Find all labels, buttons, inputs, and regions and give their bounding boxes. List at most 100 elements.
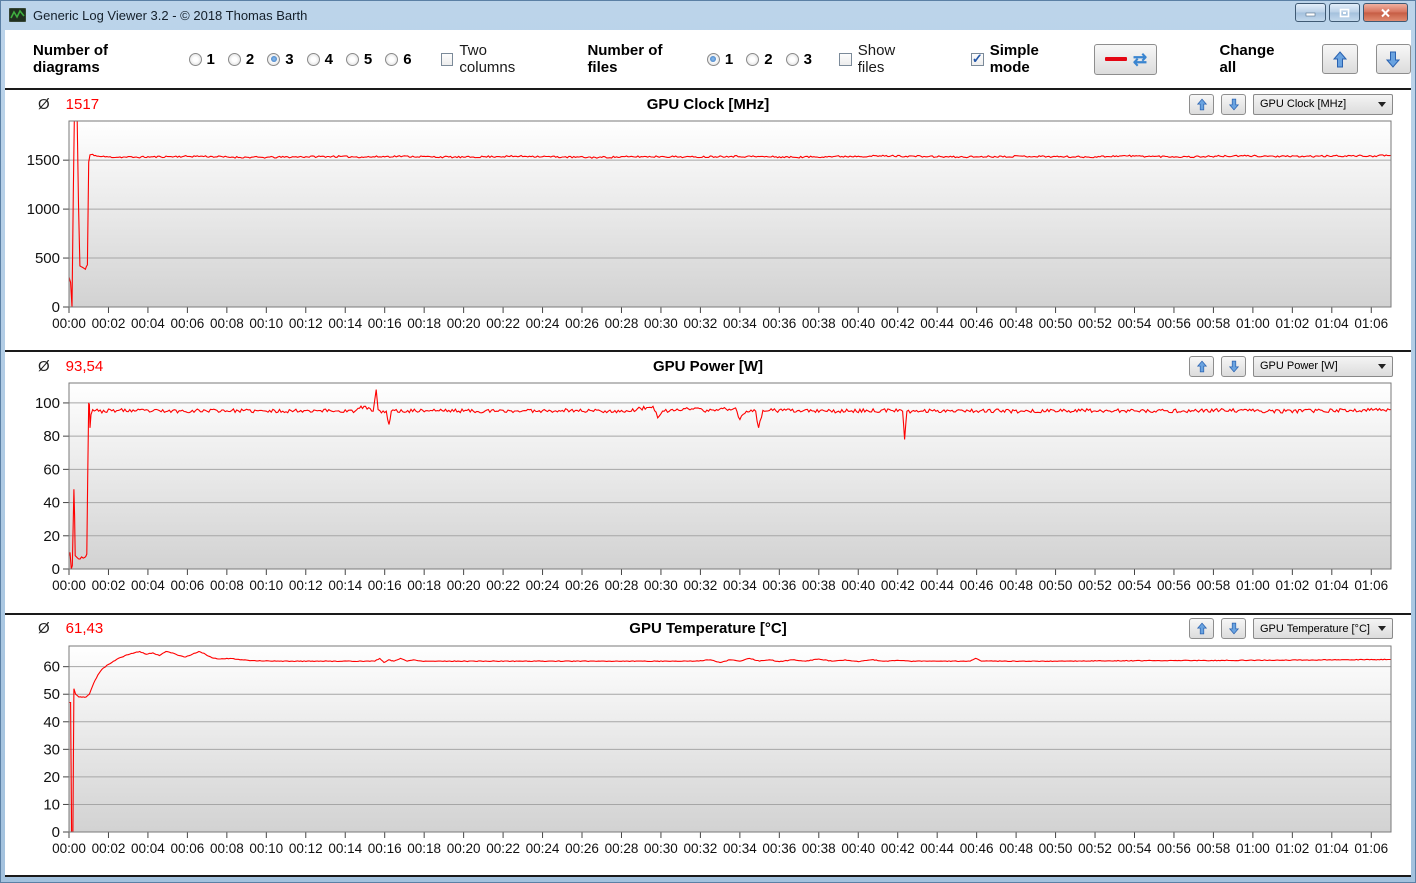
signal-selector-dropdown[interactable]: GPU Clock [MHz]: [1253, 93, 1393, 115]
file-count-option-1[interactable]: 1: [706, 51, 733, 68]
signal-selector-dropdown[interactable]: GPU Power [W]: [1253, 355, 1393, 377]
file-count-option-3[interactable]: 3: [785, 51, 812, 68]
chevron-down-icon: [1378, 101, 1386, 107]
show-files-checkbox[interactable]: Show files: [838, 42, 925, 76]
svg-text:00:12: 00:12: [289, 578, 323, 593]
close-button[interactable]: [1363, 3, 1408, 22]
svg-text:00:00: 00:00: [52, 578, 86, 593]
svg-text:00:40: 00:40: [841, 841, 875, 856]
svg-text:00:50: 00:50: [1039, 841, 1073, 856]
svg-text:00:04: 00:04: [131, 841, 165, 856]
svg-text:30: 30: [43, 741, 60, 758]
svg-text:00:10: 00:10: [249, 578, 283, 593]
svg-text:0: 0: [52, 299, 60, 316]
app-window: Generic Log Viewer 3.2 - © 2018 Thomas B…: [0, 0, 1416, 883]
svg-text:01:04: 01:04: [1315, 316, 1349, 331]
svg-text:00:32: 00:32: [684, 841, 718, 856]
svg-text:100: 100: [35, 395, 60, 412]
radio-icon: [227, 52, 241, 66]
svg-text:00:34: 00:34: [723, 316, 757, 331]
radio-icon: [345, 52, 359, 66]
diagram-count-option-1[interactable]: 1: [188, 51, 215, 68]
move-chart-down-button[interactable]: [1221, 93, 1246, 115]
move-chart-down-button[interactable]: [1221, 618, 1246, 640]
svg-text:00:56: 00:56: [1157, 578, 1191, 593]
svg-text:01:00: 01:00: [1236, 841, 1270, 856]
svg-text:01:06: 01:06: [1354, 841, 1388, 856]
checkbox-checked-icon: [970, 51, 984, 67]
svg-text:00:14: 00:14: [328, 578, 362, 593]
radio-icon: [385, 52, 399, 66]
move-chart-up-button[interactable]: [1189, 93, 1214, 115]
move-chart-up-button[interactable]: [1189, 618, 1214, 640]
svg-text:00:20: 00:20: [447, 316, 481, 331]
svg-text:80: 80: [43, 428, 60, 445]
svg-text:00:38: 00:38: [802, 841, 836, 856]
arrow-down-icon: [1228, 622, 1239, 635]
diagram-count-option-6[interactable]: 6: [385, 51, 412, 68]
minimize-icon: [1305, 12, 1315, 17]
radio-icon: [188, 52, 202, 66]
diagram-count-option-3[interactable]: 3: [267, 51, 294, 68]
svg-text:00:10: 00:10: [249, 841, 283, 856]
svg-text:0: 0: [52, 824, 60, 841]
title-bar[interactable]: Generic Log Viewer 3.2 - © 2018 Thomas B…: [0, 0, 1416, 30]
two-columns-checkbox[interactable]: Two columns: [440, 42, 546, 76]
svg-text:00:28: 00:28: [605, 841, 639, 856]
average-symbol: Ø: [38, 95, 50, 113]
signal-selector-dropdown[interactable]: GPU Temperature [°C]: [1253, 618, 1393, 640]
diagram-count-option-2[interactable]: 2: [227, 51, 254, 68]
move-chart-down-button[interactable]: [1221, 355, 1246, 377]
close-icon: [1381, 8, 1390, 17]
svg-text:00:18: 00:18: [407, 841, 441, 856]
minimize-button[interactable]: [1295, 3, 1326, 22]
average-value: 93,54: [65, 357, 104, 375]
svg-text:00:18: 00:18: [407, 578, 441, 593]
change-all-up-button[interactable]: [1322, 44, 1358, 74]
svg-text:00:48: 00:48: [999, 578, 1033, 593]
change-all-down-button[interactable]: [1375, 44, 1411, 74]
svg-text:00:00: 00:00: [52, 316, 86, 331]
svg-text:00:26: 00:26: [565, 316, 599, 331]
svg-text:00:08: 00:08: [210, 578, 244, 593]
diagrams-label: Number of diagrams: [33, 42, 108, 76]
simple-mode-checkbox[interactable]: Simple mode: [970, 42, 1082, 76]
svg-text:01:06: 01:06: [1354, 578, 1388, 593]
svg-text:00:38: 00:38: [802, 578, 836, 593]
svg-text:00:22: 00:22: [486, 316, 520, 331]
svg-text:00:30: 00:30: [644, 578, 678, 593]
line-color-swap-button[interactable]: ⇄: [1094, 43, 1158, 75]
svg-text:00:04: 00:04: [131, 578, 165, 593]
svg-text:00:34: 00:34: [723, 841, 757, 856]
files-label: Number of files: [587, 42, 663, 76]
diagram-count-group: 1 2 3 4 5 6: [188, 51, 425, 68]
svg-text:00:02: 00:02: [92, 578, 126, 593]
restore-button[interactable]: [1329, 3, 1360, 22]
svg-text:01:02: 01:02: [1275, 578, 1309, 593]
svg-text:00:42: 00:42: [881, 316, 915, 331]
svg-text:20: 20: [43, 528, 60, 545]
checkbox-icon: [440, 52, 454, 66]
file-count-option-2[interactable]: 2: [746, 51, 773, 68]
svg-text:00:20: 00:20: [447, 578, 481, 593]
arrow-down-icon: [1228, 360, 1239, 373]
svg-text:00:56: 00:56: [1157, 316, 1191, 331]
svg-text:60: 60: [43, 658, 60, 675]
average-symbol: Ø: [38, 357, 50, 375]
svg-text:00:52: 00:52: [1078, 316, 1112, 331]
diagram-count-option-5[interactable]: 5: [345, 51, 372, 68]
move-chart-up-button[interactable]: [1189, 355, 1214, 377]
radio-icon: [306, 52, 320, 66]
panel-header: GPU Power [W] Ø 93,54 GPU Power [W]: [5, 352, 1411, 380]
svg-text:00:06: 00:06: [170, 578, 204, 593]
radio-icon-selected: [706, 52, 720, 66]
radio-icon-selected: [267, 52, 281, 66]
svg-text:00:54: 00:54: [1118, 578, 1152, 593]
svg-text:1500: 1500: [27, 152, 60, 169]
arrow-down-icon: [1228, 98, 1239, 110]
arrow-up-icon: [1196, 98, 1207, 110]
diagram-count-option-4[interactable]: 4: [306, 51, 333, 68]
svg-text:00:50: 00:50: [1039, 578, 1073, 593]
chart-plot-area: 0 10 20 30 40 50 60 00:00 00:02 00:04 00:06 00:08 00…: [5, 643, 1411, 875]
svg-text:40: 40: [43, 495, 60, 512]
